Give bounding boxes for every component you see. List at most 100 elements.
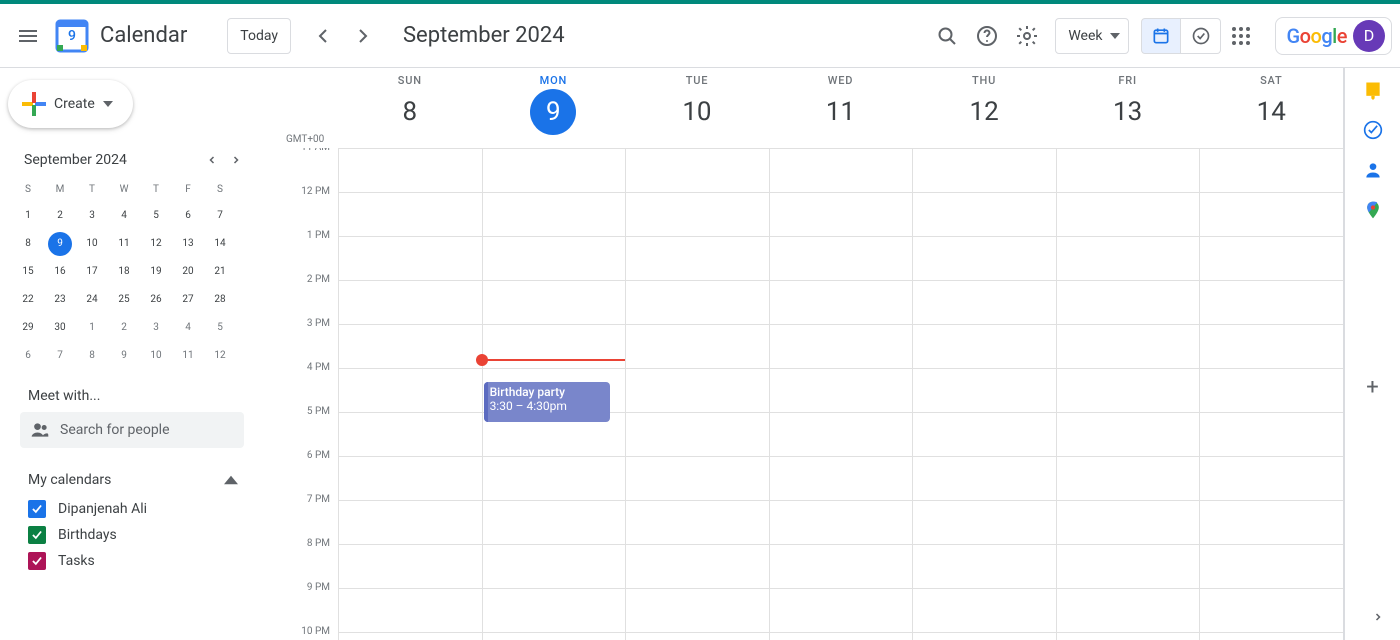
tasks-view-button[interactable]: [1181, 18, 1221, 54]
mini-calendar[interactable]: SMTWTFS123456789101112131415161718192021…: [8, 176, 256, 372]
next-period-button[interactable]: [343, 16, 383, 56]
mini-next-button[interactable]: [224, 148, 248, 172]
app-logo[interactable]: 9 Calendar: [52, 16, 187, 56]
hour-row[interactable]: 12 PM: [338, 192, 1343, 236]
account-switcher[interactable]: Google D: [1275, 17, 1392, 55]
mini-day[interactable]: 11: [108, 232, 140, 260]
day-header[interactable]: SUN8: [338, 68, 482, 148]
mini-day[interactable]: 22: [12, 288, 44, 316]
mini-day[interactable]: 29: [12, 316, 44, 344]
mini-day[interactable]: 10: [140, 344, 172, 372]
help-button[interactable]: [967, 16, 1007, 56]
sidebar: Create September 2024 SMTWTFS12345678910…: [0, 68, 256, 640]
mini-day[interactable]: 14: [204, 232, 236, 260]
view-selector[interactable]: Week: [1055, 18, 1129, 54]
mini-day[interactable]: 4: [108, 204, 140, 232]
hour-row[interactable]: 10 PM: [338, 632, 1343, 640]
timezone-label: GMT+00: [286, 134, 324, 145]
mini-day[interactable]: 27: [172, 288, 204, 316]
mini-day[interactable]: 28: [204, 288, 236, 316]
search-button[interactable]: [927, 16, 967, 56]
mini-day[interactable]: 3: [140, 316, 172, 344]
main-menu-button[interactable]: [8, 16, 48, 56]
mini-day[interactable]: 8: [76, 344, 108, 372]
hour-row[interactable]: 1 PM: [338, 236, 1343, 280]
day-header[interactable]: SAT14: [1199, 68, 1343, 148]
mini-day[interactable]: 12: [204, 344, 236, 372]
mini-day[interactable]: 19: [140, 260, 172, 288]
mini-day[interactable]: 9: [44, 232, 76, 260]
mini-day[interactable]: 24: [76, 288, 108, 316]
mini-day[interactable]: 23: [44, 288, 76, 316]
mini-day[interactable]: 10: [76, 232, 108, 260]
mini-day[interactable]: 1: [12, 204, 44, 232]
search-people-input[interactable]: Search for people: [20, 412, 244, 448]
hour-label: 7 PM: [284, 494, 330, 505]
checkbox-icon[interactable]: [28, 526, 46, 544]
day-header[interactable]: THU12: [912, 68, 1056, 148]
collapse-panel-button[interactable]: [1372, 609, 1384, 628]
mini-day[interactable]: 13: [172, 232, 204, 260]
mini-day[interactable]: 3: [76, 204, 108, 232]
hour-label: 12 PM: [284, 186, 330, 197]
add-addon-button[interactable]: +: [1366, 375, 1378, 400]
today-button[interactable]: Today: [227, 18, 291, 54]
mini-day[interactable]: 25: [108, 288, 140, 316]
day-header[interactable]: FRI13: [1056, 68, 1200, 148]
mini-day[interactable]: 6: [12, 344, 44, 372]
hour-row[interactable]: 7 PM: [338, 500, 1343, 544]
hour-row[interactable]: 11 AM: [338, 148, 1343, 192]
mini-day[interactable]: 5: [204, 316, 236, 344]
mini-day[interactable]: 7: [204, 204, 236, 232]
mini-prev-button[interactable]: [200, 148, 224, 172]
mini-day[interactable]: 12: [140, 232, 172, 260]
day-header[interactable]: WED11: [769, 68, 913, 148]
mini-day[interactable]: 21: [204, 260, 236, 288]
tasks-icon[interactable]: [1363, 120, 1383, 140]
mini-calendar-title: September 2024: [24, 152, 200, 168]
calendar-view-button[interactable]: [1141, 18, 1181, 54]
hour-label: 4 PM: [284, 362, 330, 373]
mini-day[interactable]: 15: [12, 260, 44, 288]
contacts-icon[interactable]: [1363, 160, 1383, 180]
calendar-item[interactable]: Birthdays: [8, 522, 256, 548]
mini-day[interactable]: 8: [12, 232, 44, 260]
settings-button[interactable]: [1007, 16, 1047, 56]
checkbox-icon[interactable]: [28, 552, 46, 570]
time-grid-scroll[interactable]: 11 AM12 PM1 PM2 PM3 PM4 PM5 PM6 PM7 PM8 …: [256, 148, 1343, 640]
day-header[interactable]: MON9: [482, 68, 626, 148]
mini-day[interactable]: 7: [44, 344, 76, 372]
hour-row[interactable]: 6 PM: [338, 456, 1343, 500]
mini-day[interactable]: 30: [44, 316, 76, 344]
mini-day[interactable]: 16: [44, 260, 76, 288]
mini-day[interactable]: 5: [140, 204, 172, 232]
mini-day[interactable]: 1: [76, 316, 108, 344]
hour-row[interactable]: 2 PM: [338, 280, 1343, 324]
mini-day[interactable]: 17: [76, 260, 108, 288]
avatar[interactable]: D: [1353, 20, 1385, 52]
mini-day[interactable]: 11: [172, 344, 204, 372]
keep-icon[interactable]: [1363, 80, 1383, 100]
my-calendars-header[interactable]: My calendars: [8, 448, 256, 496]
mini-day[interactable]: 18: [108, 260, 140, 288]
maps-icon[interactable]: [1363, 200, 1383, 220]
mini-day[interactable]: 26: [140, 288, 172, 316]
mini-day[interactable]: 2: [108, 316, 140, 344]
hour-row[interactable]: 8 PM: [338, 544, 1343, 588]
calendar-event[interactable]: Birthday party3:30 – 4:30pm: [484, 382, 610, 422]
mini-day[interactable]: 6: [172, 204, 204, 232]
mini-day[interactable]: 9: [108, 344, 140, 372]
app-title: Calendar: [100, 23, 187, 48]
hour-row[interactable]: 3 PM: [338, 324, 1343, 368]
hour-row[interactable]: 9 PM: [338, 588, 1343, 632]
mini-day[interactable]: 4: [172, 316, 204, 344]
mini-day[interactable]: 20: [172, 260, 204, 288]
prev-period-button[interactable]: [303, 16, 343, 56]
apps-button[interactable]: [1221, 16, 1261, 56]
mini-day[interactable]: 2: [44, 204, 76, 232]
calendar-item[interactable]: Tasks: [8, 548, 256, 574]
calendar-item[interactable]: Dipanjenah Ali: [8, 496, 256, 522]
checkbox-icon[interactable]: [28, 500, 46, 518]
create-button[interactable]: Create: [8, 80, 133, 128]
day-header[interactable]: TUE10: [625, 68, 769, 148]
